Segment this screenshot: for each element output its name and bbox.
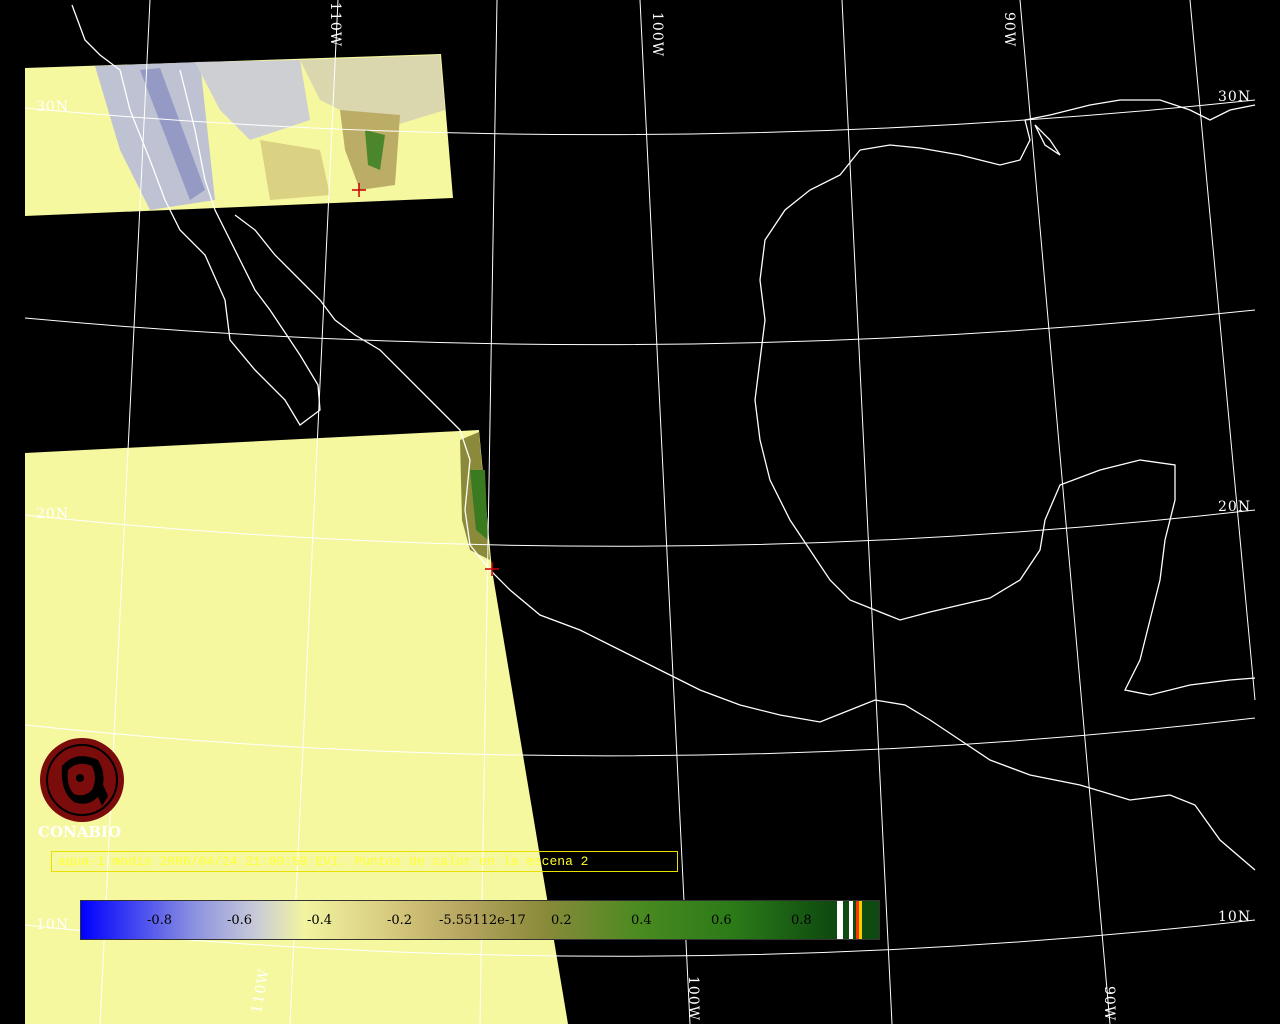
evi-colorbar: -0.8 -0.6 -0.4 -0.2 -5.55112e-17 0.2 0.4… [80, 900, 880, 940]
lat-label-30n-east: 30N [1218, 89, 1252, 105]
lon-label-110w-top: 110W [327, 2, 343, 48]
lat-label-20n-east: 20N [1218, 499, 1252, 515]
lon-label-90w-top: 90W [1001, 12, 1017, 48]
lon-label-100w-bottom: 100W [685, 976, 701, 1022]
colorbar-swatch [859, 901, 862, 939]
lat-label-10n-east: 10N [1218, 909, 1252, 925]
colorbar-swatch [837, 901, 843, 939]
lon-label-100w-top: 100W [649, 12, 665, 58]
colorbar-tick: -0.6 [227, 913, 253, 928]
colorbar-tick: 0.6 [711, 913, 732, 928]
colorbar-swatch [849, 901, 853, 939]
colorbar-tick: 0.4 [631, 913, 652, 928]
colorbar-tick: -0.8 [147, 913, 173, 928]
lon-label-90w-bottom: 90W [1101, 986, 1117, 1022]
image-caption: aqua-1 modis 2006/04/24 21:00:59 EVI. Pu… [51, 851, 678, 872]
colorbar-tick: -0.2 [387, 913, 413, 928]
colorbar-tick: -0.4 [307, 913, 333, 928]
colorbar-tick: 0.2 [551, 913, 572, 928]
colorbar-tick: -5.55112e-17 [439, 913, 526, 928]
logo-wordmark: CONABIO [38, 823, 122, 841]
lat-label-20n: 20N [36, 506, 70, 522]
colorbar-tick: 0.8 [791, 913, 812, 928]
lat-label-30n: 30N [36, 99, 70, 115]
lat-label-10n: 10N [36, 917, 70, 933]
